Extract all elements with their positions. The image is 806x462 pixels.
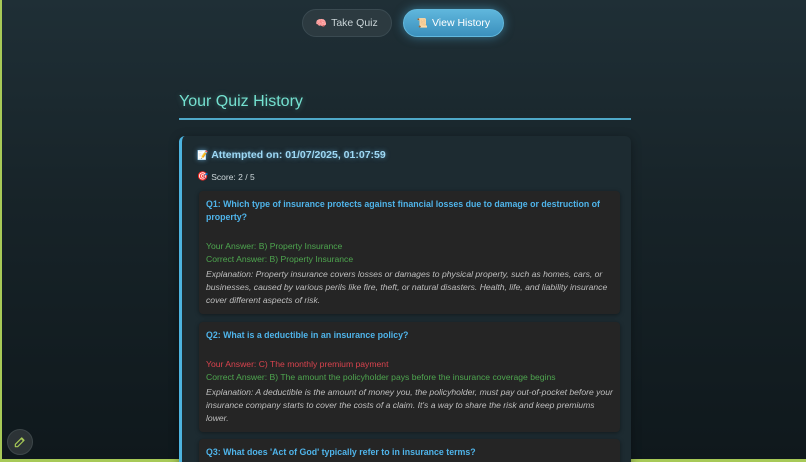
top-nav: 🧠 Take Quiz 📜 View History — [0, 9, 806, 37]
question-card-1: Q1: Which type of insurance protects aga… — [199, 191, 620, 314]
take-quiz-label: Take Quiz — [331, 17, 378, 29]
question-card-3: Q3: What does 'Act of God' typically ref… — [199, 439, 620, 462]
frame-left-border — [0, 0, 2, 462]
edit-button[interactable] — [7, 429, 33, 455]
attempt-title: 📝 Attempted on: 01/07/2025, 01:07:59 — [197, 149, 386, 161]
attempt-card: 📝 Attempted on: 01/07/2025, 01:07:59 🎯 S… — [179, 136, 631, 462]
correct-answer: Correct Answer: B) Property Insurance — [206, 254, 354, 264]
question-card-2: Q2: What is a deductible in an insurance… — [199, 322, 620, 432]
attempt-date: Attempted on: 01/07/2025, 01:07:59 — [211, 149, 386, 161]
question-text: Q3: What does 'Act of God' typically ref… — [206, 447, 476, 457]
your-answer: Your Answer: B) Property Insurance — [206, 241, 343, 251]
question-text: Q1: Which type of insurance protects aga… — [206, 199, 600, 222]
score-text: Score: 2 / 5 — [211, 171, 255, 182]
scroll-icon: 📜 — [416, 17, 428, 28]
take-quiz-button[interactable]: 🧠 Take Quiz — [301, 9, 392, 37]
view-history-button[interactable]: 📜 View History — [402, 9, 505, 37]
your-answer: Your Answer: C) The monthly premium paym… — [206, 359, 389, 369]
question-text: Q2: What is a deductible in an insurance… — [206, 330, 409, 340]
pencil-icon — [14, 437, 25, 448]
memo-icon: 📝 — [197, 149, 209, 160]
brain-icon: 🧠 — [315, 17, 328, 28]
correct-answer: Correct Answer: B) The amount the policy… — [206, 372, 556, 382]
explanation: Explanation: Property insurance covers l… — [206, 269, 608, 305]
explanation: Explanation: A deductible is the amount … — [206, 387, 613, 423]
target-icon: 🎯 — [197, 171, 209, 181]
view-history-label: View History — [431, 17, 491, 29]
attempt-score: 🎯 Score: 2 / 5 — [197, 171, 255, 182]
page-title: Your Quiz History — [179, 93, 631, 120]
